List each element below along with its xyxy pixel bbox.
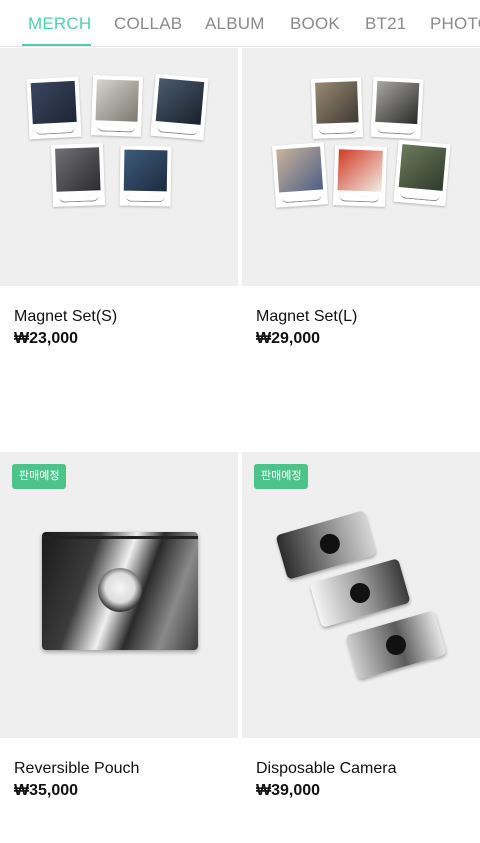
product-image[interactable]	[242, 48, 480, 286]
category-tab-bar: MERCH COLLAB ALBUM BOOK BT21 PHOTO	[0, 0, 480, 47]
tab-merch[interactable]: MERCH	[28, 0, 91, 46]
pouch-illustration	[42, 532, 198, 650]
polaroid-photo	[50, 143, 106, 207]
product-name[interactable]: Magnet Set(L)	[256, 308, 357, 326]
polaroid-photo	[393, 139, 451, 207]
polaroid-photo	[26, 76, 82, 140]
polaroid-photo	[370, 76, 424, 140]
tab-album[interactable]: ALBUM	[205, 0, 265, 46]
tab-book[interactable]: BOOK	[290, 0, 340, 46]
active-tab-indicator	[22, 44, 91, 46]
status-badge: 판매예정	[12, 464, 67, 489]
polaroid-photo	[150, 73, 209, 141]
polaroid-photo	[310, 77, 364, 139]
tab-bt21[interactable]: BT21	[365, 0, 406, 46]
camera-illustration	[345, 610, 447, 680]
polaroid-photo	[119, 145, 172, 207]
polaroid-photo	[332, 145, 388, 207]
polaroid-photo	[90, 75, 144, 137]
product-name[interactable]: Reversible Pouch	[14, 760, 139, 778]
product-name[interactable]: Magnet Set(S)	[14, 308, 117, 326]
tab-photo[interactable]: PHOTO	[430, 0, 480, 46]
product-price: ₩35,000	[14, 782, 79, 799]
product-image[interactable]: 판매예정	[242, 452, 480, 738]
polaroid-photo	[271, 142, 329, 208]
product-image[interactable]: 판매예정	[0, 452, 238, 738]
product-price: ₩29,000	[256, 330, 321, 347]
tab-collab[interactable]: COLLAB	[114, 0, 182, 46]
product-price: ₩23,000	[14, 330, 79, 347]
product-price: ₩39,000	[256, 782, 321, 799]
product-name[interactable]: Disposable Camera	[256, 760, 397, 778]
product-image[interactable]	[0, 48, 238, 286]
status-badge: 판매예정	[254, 464, 309, 489]
